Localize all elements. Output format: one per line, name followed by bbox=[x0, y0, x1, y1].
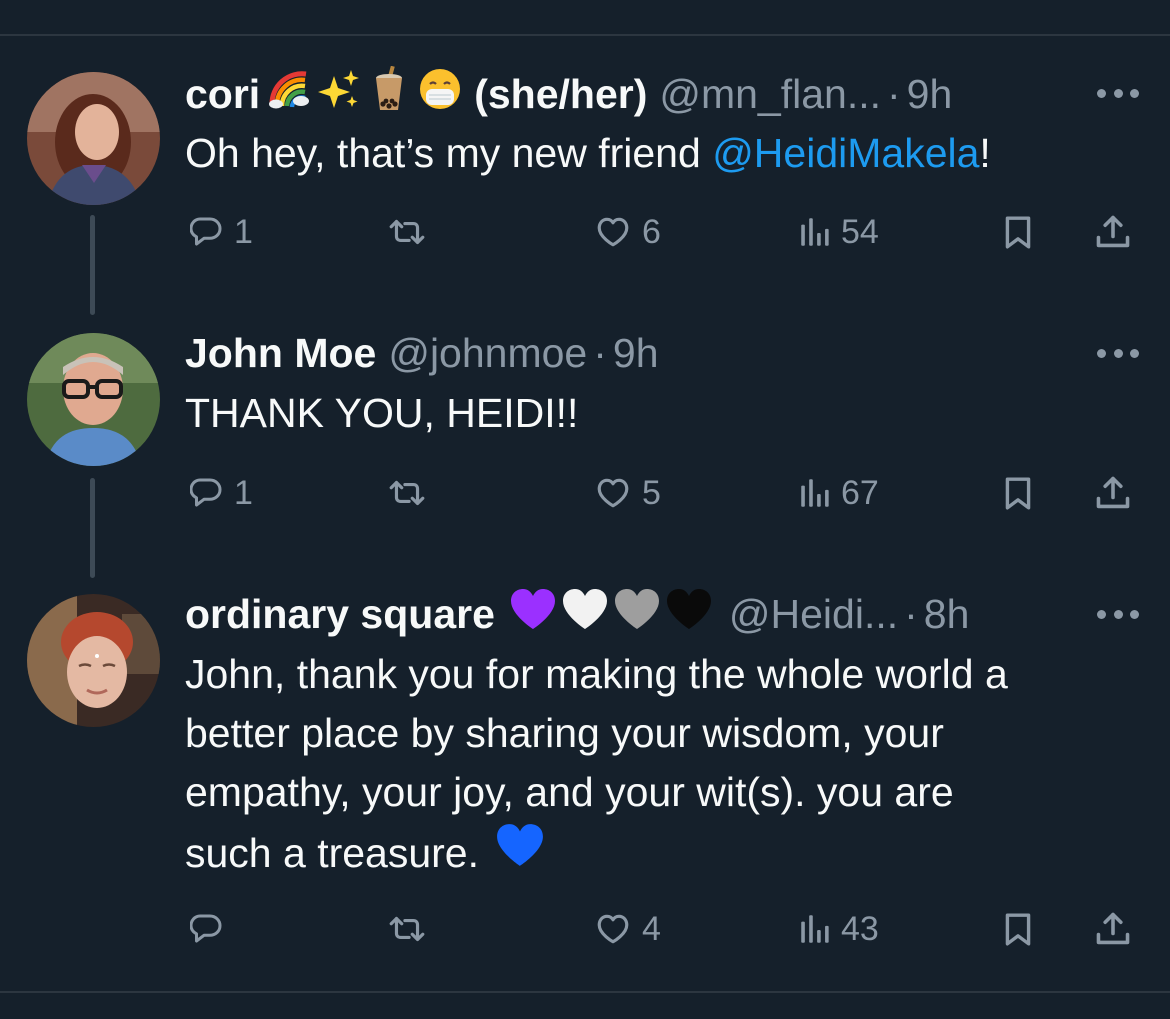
bookmark-icon bbox=[1005, 913, 1031, 946]
like-button[interactable]: 4 bbox=[592, 903, 661, 955]
handle[interactable]: @Heidi... bbox=[729, 591, 898, 638]
more-options-icon[interactable] bbox=[1097, 608, 1139, 620]
views-button[interactable]: 43 bbox=[797, 903, 879, 955]
timestamp[interactable]: 8h bbox=[924, 591, 970, 638]
retweet-icon bbox=[389, 916, 425, 942]
share-button[interactable] bbox=[1094, 903, 1132, 955]
like-count: 4 bbox=[642, 909, 661, 948]
share-icon bbox=[1096, 912, 1130, 945]
conversation-thread: cori (she/her) @mn_flan... · 9h Oh hey, … bbox=[0, 0, 1170, 1019]
separator-dot: · bbox=[904, 590, 918, 637]
purple-heart-emoji bbox=[509, 587, 557, 641]
tweet-header: ordinary square @Heidi... · 8h bbox=[185, 586, 969, 642]
reply-button[interactable] bbox=[190, 903, 234, 955]
tweet-text-line: John, thank you for making the whole wor… bbox=[185, 651, 1008, 697]
bookmark-button[interactable] bbox=[1000, 903, 1036, 955]
grey-heart-emoji bbox=[613, 587, 661, 641]
tweet-text: John, thank you for making the whole wor… bbox=[185, 645, 1145, 884]
reply-icon bbox=[190, 914, 222, 943]
black-heart-emoji bbox=[665, 587, 713, 641]
tweet-ordinary-square[interactable]: ordinary square @Heidi... · 8h John, tha… bbox=[0, 0, 1170, 990]
display-name[interactable]: ordinary square bbox=[185, 591, 495, 638]
views-icon bbox=[801, 915, 829, 943]
white-heart-emoji bbox=[561, 587, 609, 641]
retweet-button[interactable] bbox=[387, 903, 435, 955]
blue-heart-emoji bbox=[495, 822, 545, 884]
heart-icon bbox=[597, 914, 629, 944]
avatar[interactable] bbox=[27, 594, 160, 727]
tweet-text-line: better place by sharing your wisdom, you… bbox=[185, 710, 944, 756]
tweet-text-line-last: such a treasure. bbox=[185, 822, 1145, 884]
action-bar: 4 43 bbox=[0, 903, 1170, 955]
tweet-text-line: empathy, your joy, and your wit(s). you … bbox=[185, 769, 954, 815]
bottom-divider bbox=[0, 991, 1170, 993]
tweet-text-line: such a treasure. bbox=[185, 829, 479, 876]
view-count: 43 bbox=[841, 909, 879, 948]
